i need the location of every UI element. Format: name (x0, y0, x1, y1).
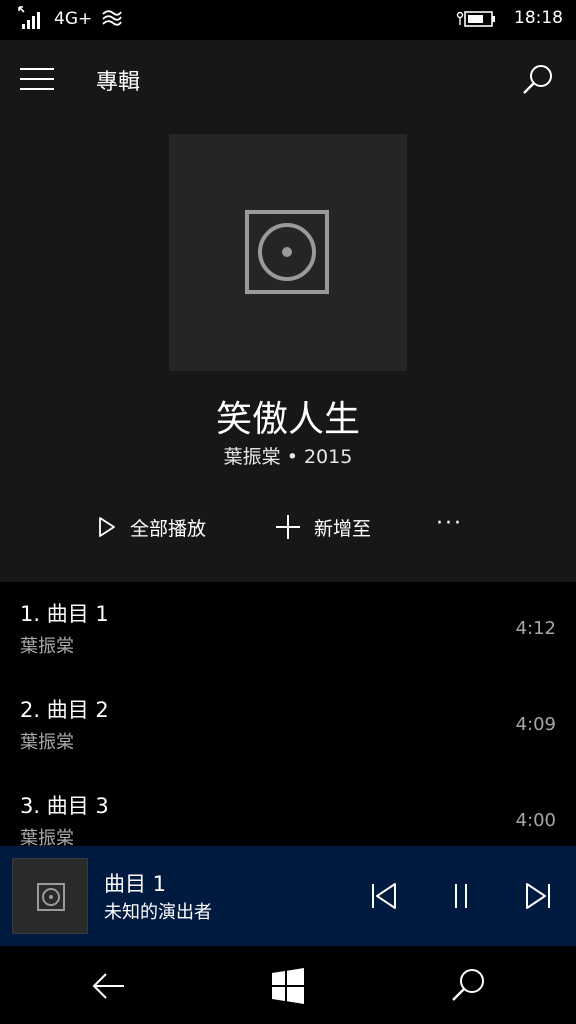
search-icon[interactable] (448, 966, 488, 1006)
track-list: 1. 曲目 1 葉振棠 4:12 2. 曲目 2 葉振棠 4:09 3. 曲目 … (0, 582, 576, 846)
windows-logo-icon[interactable] (268, 966, 308, 1006)
status-bar: 4G+ 18:18 (0, 0, 576, 40)
plus-icon (276, 515, 300, 539)
track-duration: 4:00 (515, 810, 556, 831)
now-playing-art[interactable] (12, 858, 88, 934)
album-art (169, 134, 407, 371)
track-artist: 葉振棠 (20, 636, 74, 657)
now-playing-title: 曲目 1 (104, 872, 167, 896)
wifi-calling-icon (102, 10, 122, 26)
list-item[interactable]: 2. 曲目 2 葉振棠 4:09 (0, 678, 576, 774)
network-type: 4G+ (54, 9, 93, 29)
pause-icon[interactable] (445, 880, 477, 912)
track-title: 1. 曲目 1 (20, 602, 109, 626)
track-artist: 葉振棠 (20, 828, 74, 846)
clock: 18:18 (514, 8, 563, 28)
search-icon[interactable] (520, 62, 556, 98)
track-duration: 4:09 (515, 714, 556, 735)
track-duration: 4:12 (515, 618, 556, 639)
album-artist-year: 葉振棠 • 2015 (223, 446, 353, 468)
hamburger-menu-icon[interactable] (20, 68, 56, 92)
page-title: 專輯 (96, 70, 141, 95)
skip-next-icon[interactable] (522, 880, 554, 912)
skip-previous-icon[interactable] (368, 880, 400, 912)
now-playing-artist: 未知的演出者 (104, 902, 212, 923)
list-item[interactable]: 1. 曲目 1 葉振棠 4:12 (0, 582, 576, 678)
more-options-button[interactable]: ··· (436, 506, 463, 540)
play-all-button[interactable]: 全部播放 (96, 510, 206, 544)
play-all-label: 全部播放 (130, 517, 207, 540)
track-title: 3. 曲目 3 (20, 794, 109, 818)
add-to-button[interactable]: 新增至 (274, 510, 371, 544)
battery-icon (456, 11, 495, 27)
album-placeholder-icon (37, 883, 65, 911)
track-title: 2. 曲目 2 (20, 698, 109, 722)
signal-strength-icon (18, 6, 40, 29)
play-icon (99, 517, 115, 537)
system-navigation-bar (0, 946, 576, 1024)
album-header: 專輯 笑傲人生 葉振棠 • 2015 全部播放 新增至 ··· (0, 40, 576, 620)
now-playing-bar[interactable]: 曲目 1 未知的演出者 (0, 846, 576, 946)
add-to-label: 新增至 (314, 517, 372, 540)
back-arrow-icon[interactable] (88, 966, 128, 1006)
music-app-screen: 4G+ 18:18 專輯 笑傲人生 葉振棠 • 2015 全部播放 新增至 ··… (0, 0, 576, 1024)
track-artist: 葉振棠 (20, 732, 74, 753)
album-placeholder-icon (245, 210, 329, 294)
album-title: 笑傲人生 (215, 399, 360, 440)
list-item[interactable]: 3. 曲目 3 葉振棠 4:00 (0, 774, 576, 846)
